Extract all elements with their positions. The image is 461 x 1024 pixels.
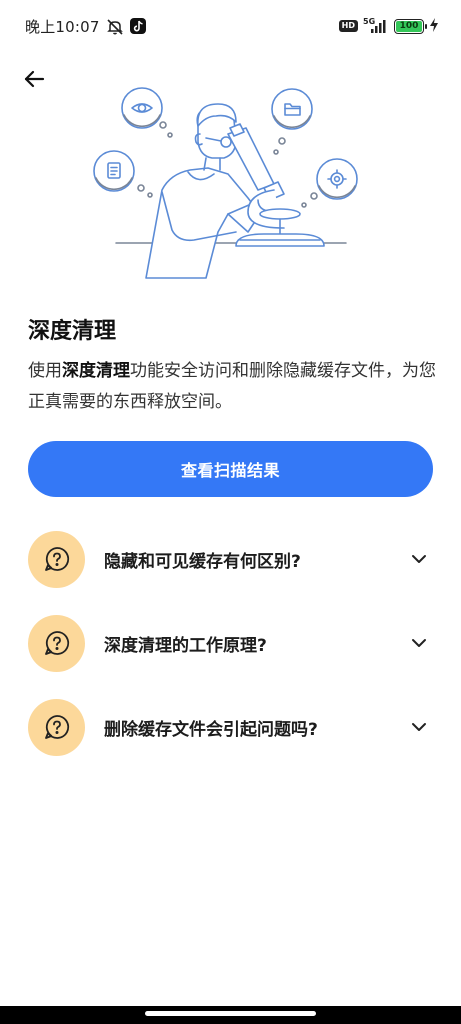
gear-icon (316, 158, 358, 200)
description: 使用深度清理功能安全访问和删除隐藏缓存文件，为您正真需要的东西释放空间。 (28, 356, 438, 418)
faq-item-delete-problems[interactable]: 删除缓存文件会引起问题吗? (28, 698, 433, 756)
faq-label: 隐藏和可见缓存有何区别? (104, 551, 301, 572)
status-left: 晚上10:07 (25, 16, 148, 37)
battery-cap (425, 23, 427, 29)
page-title: 深度清理 (28, 319, 117, 344)
chevron-down-icon (407, 715, 431, 739)
chevron-down-icon (407, 631, 431, 655)
scientist-with-microscope-illustration (78, 82, 378, 292)
back-button[interactable] (18, 63, 50, 95)
folder-icon (271, 88, 313, 130)
view-scan-results-button[interactable]: 查看扫描结果 (28, 441, 433, 497)
status-time: 晚上10:07 (25, 18, 100, 36)
charging-icon (429, 17, 439, 35)
question-bubble-icon (28, 698, 85, 756)
eye-icon (121, 87, 163, 129)
description-bold: 深度清理 (62, 361, 130, 381)
battery-level: 100 (399, 21, 419, 31)
arrow-left-icon (24, 70, 45, 88)
tiktok-icon (129, 17, 148, 36)
question-bubble-icon (28, 530, 85, 588)
mute-icon (106, 18, 124, 36)
signal-icon: 5G (363, 17, 389, 34)
faq-label: 深度清理的工作原理? (104, 635, 267, 656)
faq-item-cache-difference[interactable]: 隐藏和可见缓存有何区别? (28, 530, 433, 588)
description-text-1: 使用 (28, 361, 62, 381)
hd-badge: HD (338, 20, 358, 32)
question-bubble-icon (28, 614, 85, 672)
battery-fill: 100 (396, 20, 422, 32)
status-right: HD 5G 100 (338, 17, 439, 35)
document-icon (93, 150, 135, 192)
home-indicator[interactable] (145, 1011, 316, 1016)
status-bar: 晚上10:07 HD 5G 100 (0, 0, 461, 52)
battery-icon: 100 (394, 18, 427, 34)
faq-item-how-it-works[interactable]: 深度清理的工作原理? (28, 614, 433, 672)
chevron-down-icon (407, 547, 431, 571)
faq-label: 删除缓存文件会引起问题吗? (104, 719, 318, 740)
